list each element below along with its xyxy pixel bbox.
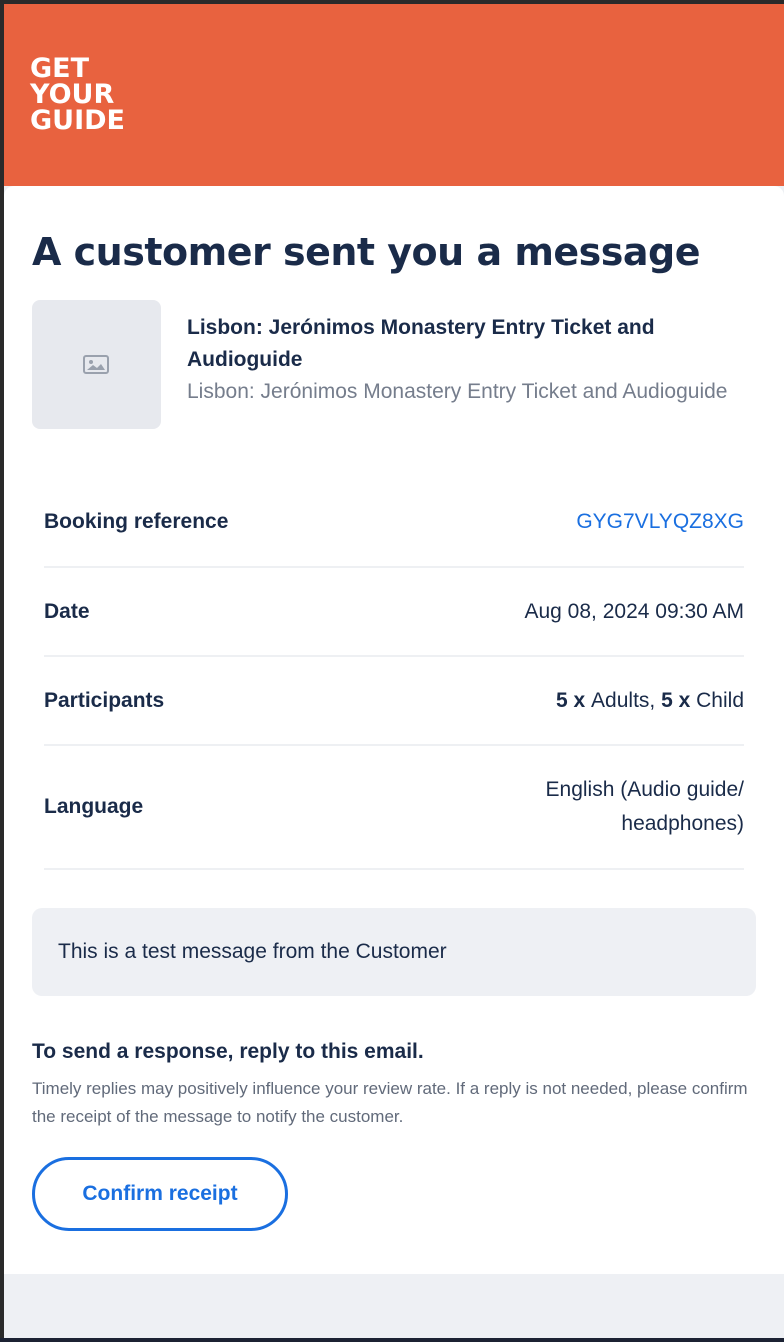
booking-reference-link[interactable]: GYG7VLYQZ8XG [576, 505, 744, 539]
adults-multiplier: x [567, 688, 592, 712]
customer-message-text: This is a test message from the Customer [58, 940, 447, 963]
detail-value: English (Audio guide/ headphones) [545, 778, 744, 835]
bottom-divider [0, 1338, 784, 1342]
confirm-receipt-button[interactable]: Confirm receipt [32, 1157, 288, 1231]
detail-label: Participants [44, 688, 165, 712]
child-multiplier: x [672, 688, 697, 712]
detail-label: Booking reference [44, 510, 229, 533]
detail-row-language: Language English (Audio guide/ headphone… [44, 746, 744, 870]
product-title[interactable]: Lisbon: Jerónimos Monastery Entry Ticket… [187, 312, 747, 376]
product-subtitle: Lisbon: Jerónimos Monastery Entry Ticket… [187, 380, 728, 403]
message-card: A customer sent you a message Lisbon: Je… [4, 186, 784, 1274]
detail-row-booking-reference: Booking reference GYG7VLYQZ8XG [44, 478, 744, 568]
product-thumbnail [32, 300, 161, 429]
image-placeholder-icon [83, 355, 109, 374]
child-label: Child [696, 688, 744, 712]
adults-count: 5 [556, 688, 568, 712]
detail-label: Date [44, 599, 90, 623]
detail-value: Aug 08, 2024 09:30 AM [524, 599, 744, 623]
reply-note: Timely replies may positively influence … [32, 1079, 748, 1126]
product-info: Lisbon: Jerónimos Monastery Entry Ticket… [187, 312, 747, 408]
logo-line: GUIDE [30, 105, 125, 136]
detail-row-date: Date Aug 08, 2024 09:30 AM [44, 568, 744, 657]
brand-header: GET YOUR GUIDE [4, 4, 784, 186]
getyourguide-logo: GET YOUR GUIDE [30, 55, 125, 136]
reply-instruction: To send a response, reply to this email. [32, 1040, 424, 1063]
participants-value: 5 x Adults, 5 x Child [556, 684, 744, 718]
detail-row-participants: Participants 5 x Adults, 5 x Child [44, 657, 744, 746]
booking-details: Booking reference GYG7VLYQZ8XG Date Aug … [44, 478, 744, 870]
detail-label: Language [44, 795, 144, 818]
email-frame: GET YOUR GUIDE A customer sent you a mes… [4, 4, 784, 1338]
adults-label: Adults, [591, 688, 662, 712]
child-count: 5 [661, 688, 673, 712]
email-title: A customer sent you a message [32, 230, 701, 274]
customer-message: This is a test message from the Customer [32, 908, 756, 996]
